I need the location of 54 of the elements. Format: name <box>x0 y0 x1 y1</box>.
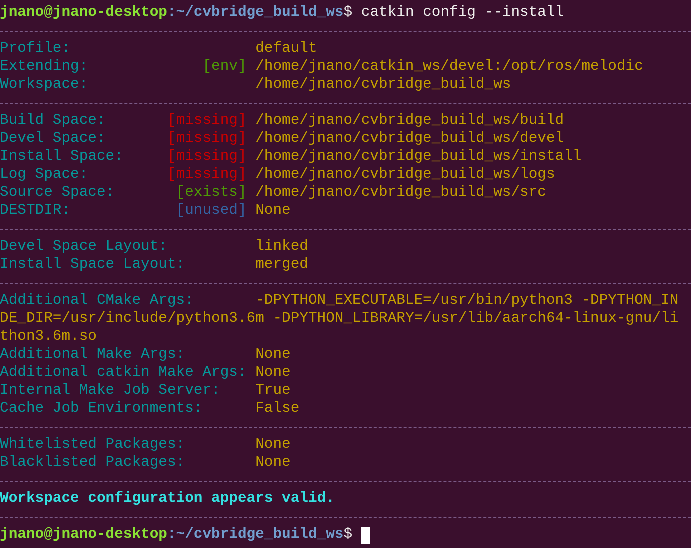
config-label: Devel Space: <box>0 130 106 148</box>
config-value-continuation: thon3.6m.so <box>0 328 97 346</box>
config-label: Blacklisted Packages: <box>0 454 186 472</box>
config-value: /home/jnano/cvbridge_build_ws/build <box>256 112 564 130</box>
config-label: Install Space Layout: <box>0 256 186 274</box>
config-label: Devel Space Layout: <box>0 238 168 256</box>
config-value: /home/jnano/catkin_ws/devel:/opt/ros/melodic <box>256 58 644 76</box>
config-label: Build Space: <box>0 112 106 130</box>
config-label: Internal Make Job Server: <box>0 382 220 400</box>
config-label: Workspace: <box>0 76 88 94</box>
config-value: merged <box>256 256 308 274</box>
config-value: None <box>256 436 291 454</box>
config-value: None <box>256 202 291 220</box>
config-value: default <box>256 40 318 58</box>
prompt-path: :~/cvbridge_build_ws <box>167 4 344 22</box>
status-tag: [missing] <box>167 112 247 130</box>
status-tag: [exists] <box>176 184 247 202</box>
config-value: None <box>256 454 291 472</box>
config-label: Profile: <box>0 40 71 58</box>
prompt-user-host: jnano@jnano-desktop <box>0 4 168 22</box>
status-tag: [missing] <box>167 130 247 148</box>
prompt-symbol: $ <box>344 4 353 22</box>
status-tag: [missing] <box>167 166 247 184</box>
prompt-user-host: jnano@jnano-desktop <box>0 526 168 544</box>
config-value: -DPYTHON_EXECUTABLE=/usr/bin/python3 -DPYTHON_IN <box>256 292 679 310</box>
config-label: Install Space: <box>0 148 124 166</box>
config-value: None <box>256 364 291 382</box>
config-label: Source Space: <box>0 184 115 202</box>
status-tag: [unused] <box>176 202 247 220</box>
config-label: Additional CMake Args: <box>0 292 194 310</box>
config-label: Whitelisted Packages: <box>0 436 186 454</box>
config-value: True <box>256 382 291 400</box>
config-value: /home/jnano/cvbridge_build_ws/devel <box>256 130 564 148</box>
config-value: /home/jnano/cvbridge_build_ws/logs <box>256 166 556 184</box>
config-value: False <box>256 400 300 418</box>
config-label: Additional Make Args: <box>0 346 186 364</box>
config-value: /home/jnano/cvbridge_build_ws/src <box>256 184 546 202</box>
config-value: linked <box>256 238 308 256</box>
prompt-path: :~/cvbridge_build_ws <box>167 526 344 544</box>
config-value: None <box>256 346 291 364</box>
config-label: Cache Job Environments: <box>0 400 203 418</box>
config-label: Extending: <box>0 58 88 76</box>
status-tag: [missing] <box>167 148 247 166</box>
config-value-continuation: DE_DIR=/usr/include/python3.6m -DPYTHON_LIBRARY=/usr/lib/aarch64-linux-gnu/li <box>0 310 679 328</box>
text-cursor <box>361 526 370 544</box>
command-text: catkin config --install <box>361 4 564 22</box>
status-message: Workspace configuration appears valid. <box>0 490 335 508</box>
status-tag: [env] <box>202 58 247 76</box>
config-label: DESTDIR: <box>0 202 71 220</box>
config-label: Log Space: <box>0 166 88 184</box>
config-value: /home/jnano/cvbridge_build_ws <box>256 76 512 94</box>
config-value: /home/jnano/cvbridge_build_ws/install <box>256 148 582 166</box>
config-label: Additional catkin Make Args: <box>0 364 247 382</box>
prompt-symbol: $ <box>344 526 353 544</box>
